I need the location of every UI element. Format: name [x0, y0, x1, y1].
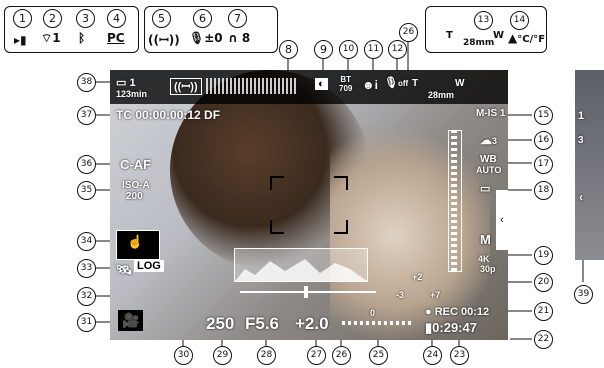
callout-22: 22 [534, 330, 553, 349]
audio-level-meter [206, 78, 298, 94]
callout-11: 11 [364, 40, 383, 59]
callout-3: 3 [76, 9, 95, 28]
wb-value: AUTO [476, 165, 502, 175]
callout-18: 18 [534, 181, 553, 200]
iso-value: 200 [126, 191, 143, 202]
callout-39: 39 [574, 285, 593, 304]
image-stabilizer-icon: ((ꟷ)) [148, 33, 180, 47]
card-time-label: 123min [116, 89, 148, 99]
histogram [234, 248, 368, 282]
shutter-speed: 250 [206, 314, 235, 333]
vertical-level-bar [448, 130, 462, 272]
wb-label: WB [480, 154, 497, 165]
callout-38: 38 [77, 73, 96, 92]
gamma-left: -3 [396, 290, 405, 300]
callout-13: 13 [474, 11, 493, 30]
callout-14: 14 [510, 11, 529, 30]
callout-9: 9 [314, 40, 333, 59]
zoom-focal-label: 28mm [463, 38, 495, 48]
zoom-t-label: T [446, 30, 453, 41]
callout-31: 31 [77, 313, 96, 332]
callout-15: 15 [534, 106, 553, 125]
callout-7: 7 [228, 9, 247, 28]
callout-2: 2 [43, 9, 62, 28]
zoom-w-label: W [455, 78, 465, 89]
drive-mode-icon: ☁3 [480, 133, 498, 147]
rec-res-label: 4K [478, 254, 490, 264]
callout-19: 19 [534, 246, 553, 265]
headphone-icon: ∩ 8 [228, 31, 251, 45]
log-label: LOG [134, 260, 164, 272]
pc-connection-icon: PC [107, 31, 125, 45]
gamma-right: +7 [430, 290, 441, 300]
timecode-label: TC 00:00:00:12 DF [116, 108, 221, 122]
callout-12: 12 [388, 40, 407, 59]
callout-1: 1 [13, 9, 32, 28]
aperture-value: F5.6 [245, 314, 280, 333]
callout-36: 36 [77, 155, 96, 174]
iso-label: ISO-A [122, 180, 150, 191]
mic-level-icon: 🎙±0 [189, 31, 223, 45]
gps-icon: 🛰 [116, 262, 133, 277]
callout-30: 30 [174, 346, 193, 365]
image-stabilizer-indicator: ((ꟷ)) [170, 78, 202, 95]
zoom-focal-label: 28mm [428, 90, 455, 100]
battery-indicator: ▭ 1 [116, 77, 136, 89]
temperature-warning-icon: ▲°C/°F [508, 31, 546, 45]
callout-4: 4 [107, 9, 126, 28]
callout-28: 28 [257, 346, 276, 365]
callout-10: 10 [339, 40, 358, 59]
callout-29: 29 [213, 346, 232, 365]
bluetooth-icon: ᛒ [78, 31, 86, 45]
callout-20: 20 [534, 273, 553, 292]
horizontal-level-bar [342, 321, 412, 325]
mic-off-indicator: 🎙off [384, 77, 409, 89]
callout-21: 21 [534, 302, 553, 321]
callout-27: 27 [307, 346, 326, 365]
callout-5: 5 [152, 9, 171, 28]
exposure-comp: +2.0 [295, 314, 329, 333]
camera-screen: ▭ 1 123min ((ꟷ)) ◐ BT 709 ☻i 🎙off T W 28m… [110, 70, 508, 340]
callout-23: 23 [450, 346, 469, 365]
zoom-t-label: T [412, 78, 419, 89]
callout-34: 34 [77, 232, 96, 251]
partial-tab-label: 1 [578, 110, 585, 122]
gamma-top: +2 [412, 272, 423, 282]
aspect-icon: ▭ [480, 183, 491, 195]
zoom-w-label: W [493, 30, 505, 41]
picture-mode-icon: ◐ [315, 78, 328, 90]
bt709-label: BT 709 [339, 75, 353, 93]
callout-17: 17 [534, 155, 553, 174]
movie-mode-icon: 🎥 [118, 310, 144, 331]
mode-letter: M [480, 232, 491, 247]
callout-25: 25 [369, 346, 388, 365]
remaining-time: ▮0:29:47 [425, 320, 477, 335]
callout-24: 24 [423, 346, 442, 365]
sd-card-write-icon: ▸▮ [14, 33, 27, 47]
level-zero-label: 0 [370, 308, 376, 318]
callout-35: 35 [77, 181, 96, 200]
af-target-frame [270, 176, 348, 234]
partial-screen: 1 3 ‹ [575, 70, 604, 260]
rec-fps-label: 30p [480, 264, 496, 274]
af-mode-label: C-AF [120, 157, 152, 172]
rec-status: ● REC 00:12 [425, 306, 490, 318]
callout-32: 32 [77, 287, 96, 306]
callout-33: 33 [77, 259, 96, 278]
exposure-level-slider[interactable] [228, 286, 380, 298]
scroll-tab[interactable]: ‹ [496, 190, 508, 250]
partial-drive-sub: 3 [578, 135, 584, 146]
partial-scroll-tab[interactable]: ‹ [579, 190, 583, 204]
touch-icon: ☝ [127, 234, 144, 249]
face-priority-icon: ☻i [362, 78, 378, 92]
callout-26-bottom: 26 [332, 346, 351, 365]
callout-16: 16 [534, 131, 553, 150]
wifi-icon: ⌔1 [41, 31, 61, 45]
callout-26-top: 26 [399, 23, 418, 42]
metering-label: M-IS 1 [476, 108, 506, 119]
callout-8: 8 [279, 40, 298, 59]
callout-6: 6 [193, 9, 212, 28]
callout-37: 37 [77, 106, 96, 125]
